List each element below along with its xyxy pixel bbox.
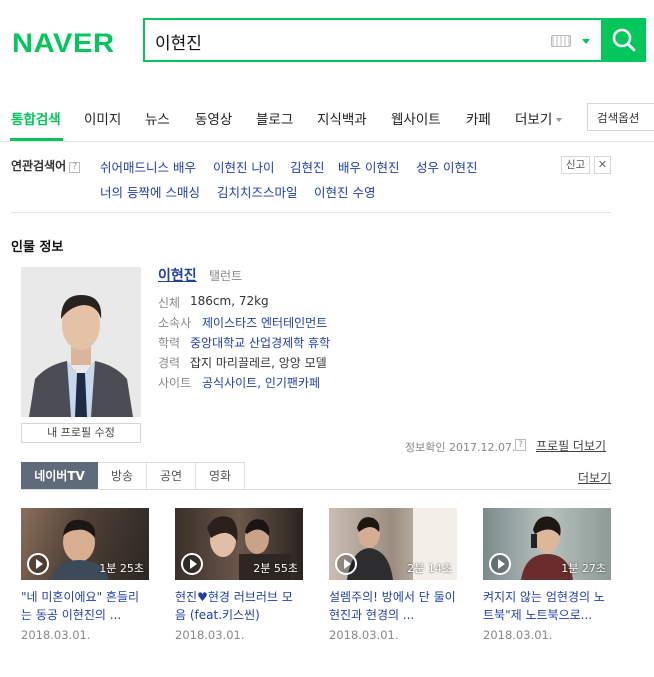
- tab-image[interactable]: 이미지: [84, 108, 121, 128]
- help-icon[interactable]: ?: [515, 439, 526, 451]
- video-duration: 1분 27초: [561, 562, 606, 575]
- video-thumbnail[interactable]: 2분 55초: [175, 508, 303, 580]
- person-occupation: 탤런트: [209, 269, 243, 283]
- play-icon[interactable]: [489, 553, 511, 575]
- close-icon[interactable]: ✕: [594, 156, 611, 174]
- info-value-body: 186cm, 72kg: [190, 294, 269, 308]
- info-label-site: 사이트: [158, 376, 192, 390]
- help-icon[interactable]: ?: [69, 162, 81, 173]
- video-date: 2018.03.01.: [21, 628, 91, 642]
- video-card[interactable]: 2분 55초 현진♥현경 러브러브 모음 (feat.키스씬) 2018.03.…: [175, 508, 303, 642]
- video-title[interactable]: 현진♥현경 러브러브 모음 (feat.키스씬): [175, 588, 303, 624]
- video-duration: 2분 55초: [253, 562, 298, 575]
- profile-photo[interactable]: [21, 267, 141, 417]
- tab-website[interactable]: 웹사이트: [391, 108, 441, 128]
- chevron-down-icon: [556, 118, 563, 122]
- related-search-item[interactable]: 김치치즈스마일: [217, 182, 298, 201]
- search-box: [143, 18, 603, 62]
- media-tab-navertv[interactable]: 네이버TV: [21, 462, 98, 490]
- info-label-body: 신체: [158, 296, 181, 310]
- video-title[interactable]: 설렘주의! 방에서 단 둘이 현진과 현경의 ...: [329, 588, 457, 624]
- play-icon[interactable]: [181, 553, 203, 575]
- info-value-agency[interactable]: 제이스타즈 엔터테인먼트: [202, 314, 327, 331]
- info-value-career: 잡지 마리끌레르, 앙앙 모델: [190, 356, 327, 370]
- video-thumbnail[interactable]: 2분 14초: [329, 508, 457, 580]
- related-search-item[interactable]: 배우 이현진: [338, 157, 399, 176]
- video-date: 2018.03.01.: [483, 628, 553, 642]
- media-tab-performance[interactable]: 공연: [147, 462, 196, 490]
- related-search-item[interactable]: 이현진 수영: [314, 182, 375, 201]
- profile-more-link[interactable]: 프로필 더보기: [536, 437, 606, 454]
- info-label-education: 학력: [158, 336, 181, 350]
- info-value-site[interactable]: 공식사이트, 인기팬카페: [202, 374, 320, 391]
- person-name-link[interactable]: 이현진: [158, 265, 197, 285]
- person-info-title: 인물 정보: [11, 240, 64, 255]
- report-button[interactable]: 신고: [561, 156, 590, 174]
- tab-news[interactable]: 뉴스: [145, 108, 170, 128]
- video-title[interactable]: "네 미혼이에요" 흔들리는 동공 이현진의 ...: [21, 588, 149, 624]
- tab-more-label: 더보기: [515, 112, 553, 128]
- related-search-item[interactable]: 성우 이현진: [416, 157, 477, 176]
- active-tab-indicator: [10, 138, 63, 141]
- tab-video[interactable]: 동영상: [195, 108, 232, 128]
- video-date: 2018.03.01.: [175, 628, 245, 642]
- video-duration: 2분 14초: [407, 562, 452, 575]
- play-icon[interactable]: [27, 553, 49, 575]
- autocomplete-toggle-icon[interactable]: [582, 39, 590, 44]
- video-card[interactable]: 1분 25초 "네 미혼이에요" 흔들리는 동공 이현진의 ... 2018.0…: [21, 508, 149, 642]
- video-card[interactable]: 2분 14초 설렘주의! 방에서 단 둘이 현진과 현경의 ... 2018.0…: [329, 508, 457, 642]
- naver-logo[interactable]: NAVER: [12, 28, 115, 59]
- video-title[interactable]: 켜지지 않는 엄현경의 노트북"제 노트북으로...: [483, 588, 611, 624]
- info-verified-date: 정보확인 2017.12.07.: [405, 441, 516, 454]
- video-thumbnail[interactable]: 1분 27초: [483, 508, 611, 580]
- tab-cafe[interactable]: 카페: [466, 108, 491, 128]
- media-more-link[interactable]: 더보기: [578, 469, 611, 486]
- media-tab-broadcast[interactable]: 방송: [98, 462, 147, 490]
- info-label-career: 경력: [158, 356, 181, 370]
- search-options-button[interactable]: 검색옵션: [587, 103, 654, 131]
- profile-edit-button[interactable]: 내 프로필 수정: [21, 423, 141, 443]
- search-button[interactable]: [601, 18, 646, 62]
- tab-encyclopedia[interactable]: 지식백과: [317, 108, 367, 128]
- tab-all[interactable]: 통합검색: [11, 108, 61, 128]
- tab-blog[interactable]: 블로그: [256, 108, 293, 128]
- video-thumbnail[interactable]: 1분 25초: [21, 508, 149, 580]
- info-label-agency: 소속사: [158, 316, 192, 330]
- section-divider: [11, 212, 611, 213]
- related-search-item[interactable]: 너의 등짝에 스매싱: [100, 182, 200, 201]
- search-input[interactable]: [155, 28, 535, 54]
- media-tabs-baseline: [21, 489, 611, 490]
- related-search-label: 연관검색어?: [11, 157, 81, 174]
- related-search-item[interactable]: 김현진: [290, 157, 325, 176]
- media-tab-movie[interactable]: 영화: [196, 462, 245, 490]
- play-icon[interactable]: [335, 553, 357, 575]
- video-date: 2018.03.01.: [329, 628, 399, 642]
- search-icon: [612, 28, 635, 52]
- keyboard-icon[interactable]: [551, 35, 571, 47]
- related-search-item[interactable]: 이현진 나이: [213, 157, 274, 176]
- video-duration: 1분 25초: [99, 562, 144, 575]
- related-search-item[interactable]: 쉬어매드니스 배우: [100, 157, 196, 176]
- tab-more[interactable]: 더보기: [515, 108, 563, 128]
- profile-photo-illustration: [21, 267, 141, 417]
- info-value-education[interactable]: 중앙대학교 산업경제학 휴학: [190, 334, 330, 351]
- video-card[interactable]: 1분 27초 켜지지 않는 엄현경의 노트북"제 노트북으로... 2018.0…: [483, 508, 611, 642]
- search-tabs: 통합검색 이미지 뉴스 동영상 블로그 지식백과 웹사이트 카페 더보기: [0, 100, 654, 142]
- related-search-title: 연관검색어: [11, 159, 67, 173]
